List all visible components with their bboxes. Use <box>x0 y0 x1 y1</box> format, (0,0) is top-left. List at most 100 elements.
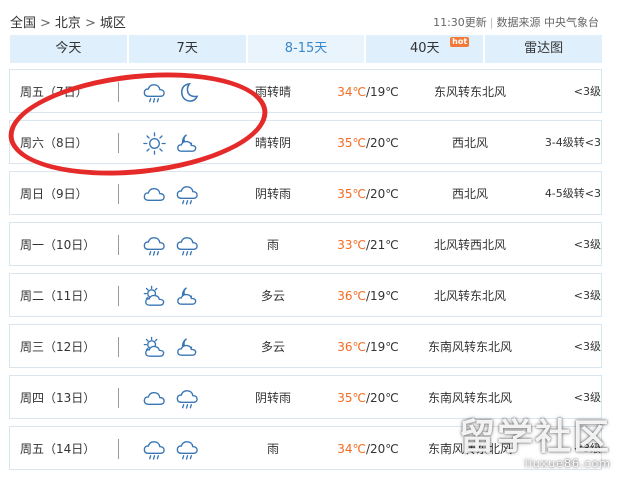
wind-level: <3级 <box>573 391 601 404</box>
temperature: 34℃/20℃ <box>328 427 408 471</box>
high-temp: 33℃ <box>337 238 366 252</box>
wind-level: 3-4级转<3 <box>544 136 601 149</box>
breadcrumb-separator: > <box>84 16 96 31</box>
tab-40-days[interactable]: 40天 hot <box>366 35 484 63</box>
divider <box>118 439 119 459</box>
sun-cloud-icon <box>142 284 167 309</box>
divider <box>118 133 119 153</box>
weather-icons <box>142 386 200 411</box>
temperature: 36℃/19℃ <box>328 274 408 318</box>
rain-cloud-icon <box>142 80 167 105</box>
wind-direction: 东南风转东北风 <box>427 391 512 405</box>
low-temp: /19℃ <box>365 340 399 354</box>
temperature: 35℃/20℃ <box>328 376 408 420</box>
temperature: 35℃/20℃ <box>328 121 408 165</box>
breadcrumb-district: 城区 <box>99 16 126 31</box>
moon-cloud-icon <box>175 131 200 156</box>
temperature: 35℃/20℃ <box>328 172 408 216</box>
low-temp: /19℃ <box>365 289 399 303</box>
wind-direction: 北风转西北风 <box>433 238 506 252</box>
high-temp: 35℃ <box>337 187 366 201</box>
divider <box>118 286 119 306</box>
wind-direction: 西北风 <box>451 187 488 201</box>
forecast-row: 周四（13日） 阴转雨 35℃/20℃ 东南风转东北风 <3级 <box>9 375 602 419</box>
tab-40-days-label: 40天 <box>410 41 440 56</box>
low-temp: /20℃ <box>365 391 399 405</box>
wind-level: <3级 <box>573 238 601 251</box>
forecast-row: 周日（9日） 阴转雨 35℃/20℃ 西北风 4-5级转<3 <box>9 171 602 215</box>
high-temp: 35℃ <box>337 136 366 150</box>
watermark: 留学社区 liuxue86.com <box>458 417 611 471</box>
forecast-list: 周五（7日） 雨转晴 34℃/19℃ 东风转东北风 <3级 周六（8日） 晴转阴 35℃/20… <box>9 69 602 477</box>
temperature: 34℃/19℃ <box>328 70 408 114</box>
forecast-day: 周三（12日） <box>20 340 96 354</box>
weather-icons <box>142 233 200 258</box>
high-temp: 34℃ <box>337 442 366 456</box>
forecast-day: 周五（14日） <box>20 442 96 456</box>
watermark-logo: 留学社区 <box>458 417 611 458</box>
forecast-row: 周一（10日） 雨 33℃/21℃ 北风转西北风 <3级 <box>9 222 602 266</box>
weather-description: 多云 <box>260 340 285 354</box>
forecast-day: 周日（9日） <box>20 187 88 201</box>
moon-cloud-icon <box>175 284 200 309</box>
tab-today[interactable]: 今天 <box>10 35 127 63</box>
wind-level: <3级 <box>573 289 601 302</box>
forecast-day: 周一（10日） <box>20 238 96 252</box>
divider <box>118 388 119 408</box>
data-source: 数据来源 中央气象台 <box>496 16 600 29</box>
low-temp: /19℃ <box>365 85 399 99</box>
moon-icon <box>175 80 200 105</box>
low-temp: /20℃ <box>365 136 399 150</box>
wind-direction: 西北风 <box>451 136 488 150</box>
low-temp: /21℃ <box>365 238 399 252</box>
weather-description: 晴转阴 <box>254 136 291 150</box>
wind-direction: 北风转东北风 <box>433 289 506 303</box>
low-temp: /20℃ <box>365 442 399 456</box>
high-temp: 36℃ <box>337 340 366 354</box>
weather-icons <box>142 335 200 360</box>
weather-icons <box>142 182 200 207</box>
rain-cloud-icon <box>175 233 200 258</box>
update-time: 11:30更新 <box>433 16 487 29</box>
rain-cloud-icon <box>142 437 167 462</box>
breadcrumb-beijing[interactable]: 北京 <box>55 16 81 31</box>
weather-icons <box>142 131 200 156</box>
tab-7-days[interactable]: 7天 <box>128 35 246 63</box>
rain-cloud-icon <box>175 437 200 462</box>
forecast-row: 周五（7日） 雨转晴 34℃/19℃ 东风转东北风 <3级 <box>9 69 602 113</box>
breadcrumb-separator: > <box>40 16 51 31</box>
cloud-icon <box>142 386 167 411</box>
weather-description: 雨 <box>266 238 279 252</box>
weather-description: 阴转雨 <box>254 187 291 201</box>
forecast-tabs: 今天 7天 8-15天 40天 hot 雷达图 <box>10 35 602 63</box>
divider <box>118 82 119 102</box>
sun-cloud-icon <box>142 335 167 360</box>
weather-icons <box>142 437 200 462</box>
high-temp: 34℃ <box>337 85 366 99</box>
forecast-row: 周三（12日） 多云 36℃/19℃ 东南风转东北风 <3级 <box>9 324 602 368</box>
high-temp: 35℃ <box>337 391 366 405</box>
watermark-url: liuxue86.com <box>524 457 611 470</box>
rain-cloud-icon <box>142 233 167 258</box>
breadcrumb-national[interactable]: 全国 <box>10 16 36 31</box>
rain-cloud-icon <box>175 182 200 207</box>
low-temp: /20℃ <box>365 187 399 201</box>
weather-description: 雨 <box>266 442 279 456</box>
weather-description: 雨转晴 <box>254 85 291 99</box>
forecast-day: 周二（11日） <box>20 289 96 303</box>
tab-radar[interactable]: 雷达图 <box>485 35 602 63</box>
wind-level: <3级 <box>573 340 601 353</box>
temperature: 36℃/19℃ <box>328 325 408 369</box>
forecast-row: 周六（8日） 晴转阴 35℃/20℃ 西北风 3-4级转<3 <box>9 120 602 164</box>
wind-direction: 东南风转东北风 <box>427 340 512 354</box>
forecast-row: 周二（11日） 多云 36℃/19℃ 北风转东北风 <3级 <box>9 273 602 317</box>
moon-cloud-icon <box>175 335 200 360</box>
breadcrumb: 全国 > 北京 > 城区 <box>10 12 126 31</box>
tab-8-15-days[interactable]: 8-15天 <box>247 35 365 63</box>
sun-icon <box>142 131 167 156</box>
weather-icons <box>142 80 200 105</box>
wind-level: 4-5级转<3 <box>544 187 601 200</box>
rain-cloud-icon <box>175 386 200 411</box>
divider <box>118 235 119 255</box>
divider <box>118 184 119 204</box>
